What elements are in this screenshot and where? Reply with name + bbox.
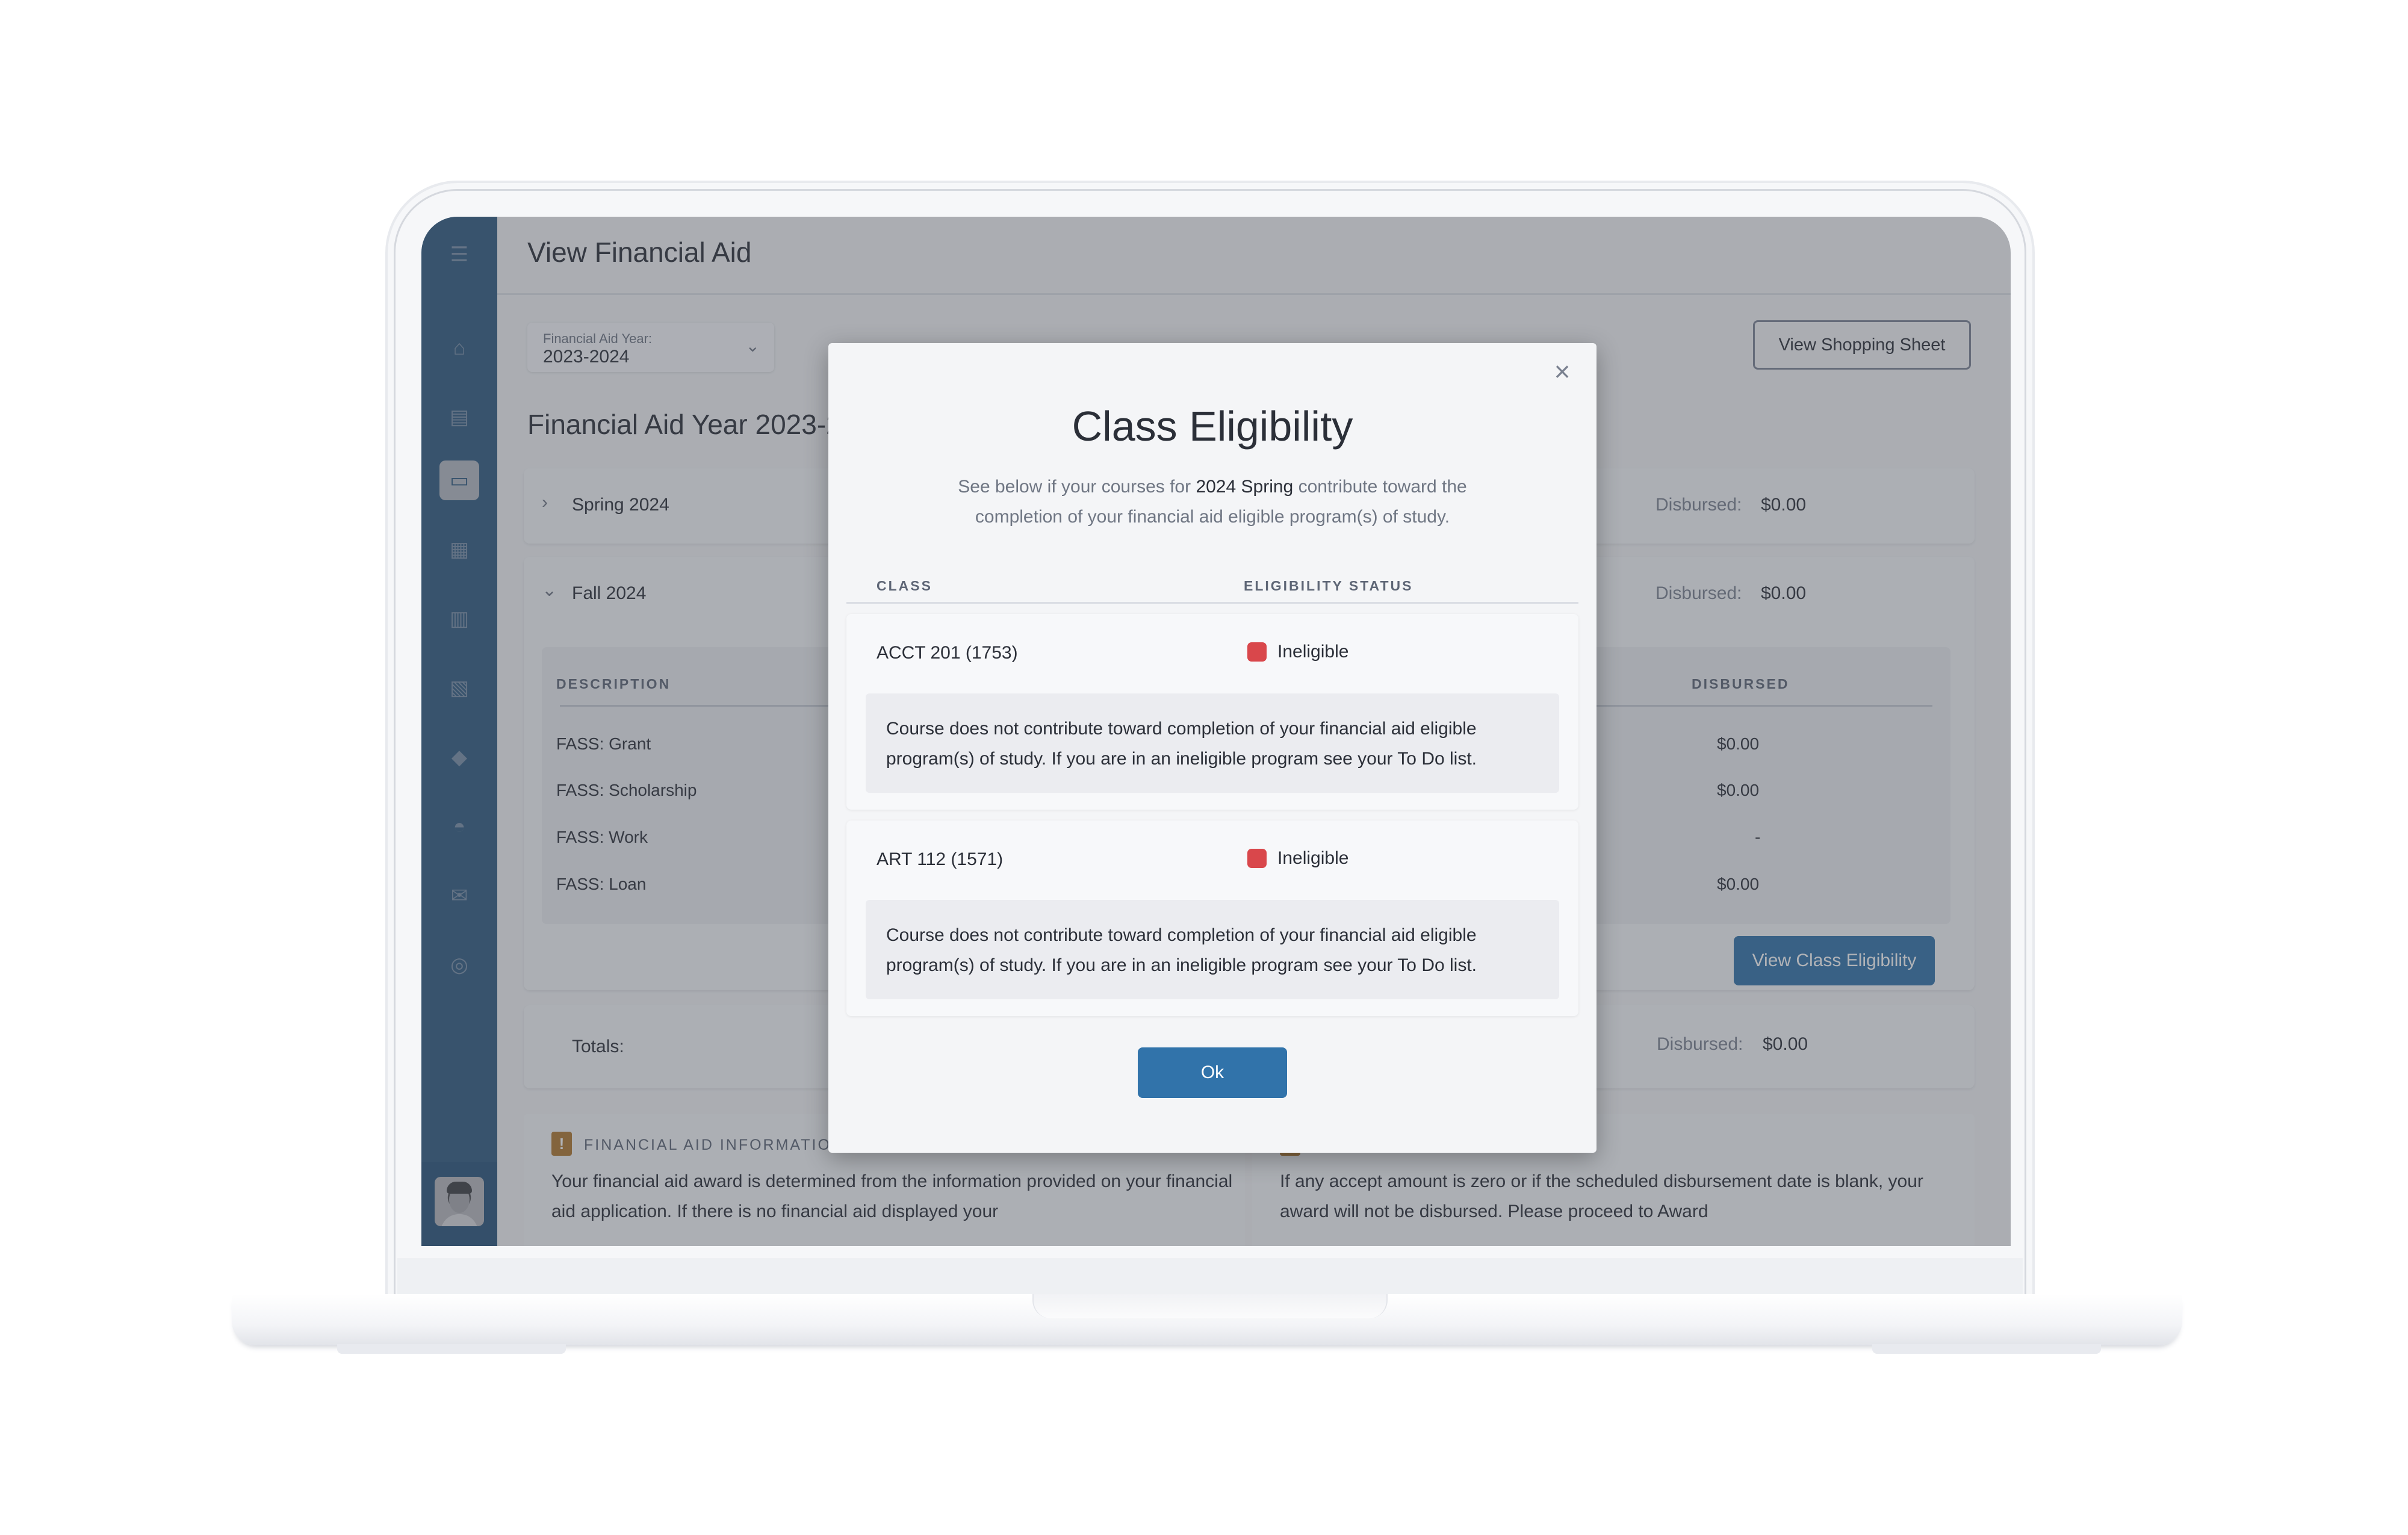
eligibility-status: Ineligible <box>1247 848 1348 869</box>
class-name: ART 112 (1571) <box>877 849 1004 869</box>
laptop-foot-right <box>1872 1344 2101 1354</box>
eligibility-status: Ineligible <box>1247 642 1348 662</box>
status-indicator-icon <box>1247 849 1267 868</box>
header-divider <box>846 602 1578 604</box>
close-icon: × <box>1554 356 1571 387</box>
desc-term: 2024 Spring <box>1196 477 1294 497</box>
laptop-foot-left <box>337 1344 566 1354</box>
desc-before: See below if your courses for <box>958 477 1196 497</box>
class-note: Course does not contribute toward comple… <box>866 693 1559 793</box>
status-indicator-icon <box>1247 642 1267 662</box>
class-name: ACCT 201 (1753) <box>877 643 1018 663</box>
class-eligibility-modal: × Class Eligibility See below if your co… <box>828 343 1597 1153</box>
class-note: Course does not contribute toward comple… <box>866 900 1559 999</box>
class-row: ACCT 201 (1753) Ineligible Course does n… <box>846 614 1578 810</box>
status-text: Ineligible <box>1277 642 1349 662</box>
ok-button[interactable]: Ok <box>1138 1047 1287 1098</box>
modal-title: Class Eligibility <box>1072 403 1353 450</box>
column-header-class: CLASS <box>877 578 932 594</box>
close-button[interactable]: × <box>1547 356 1577 387</box>
laptop-notch <box>1032 1294 1388 1318</box>
column-header-eligibility-status: ELIGIBILITY STATUS <box>1244 578 1413 594</box>
class-row: ART 112 (1571) Ineligible Course does no… <box>846 820 1578 1016</box>
status-text: Ineligible <box>1277 848 1349 868</box>
modal-description: See below if your courses for 2024 Sprin… <box>913 472 1512 532</box>
